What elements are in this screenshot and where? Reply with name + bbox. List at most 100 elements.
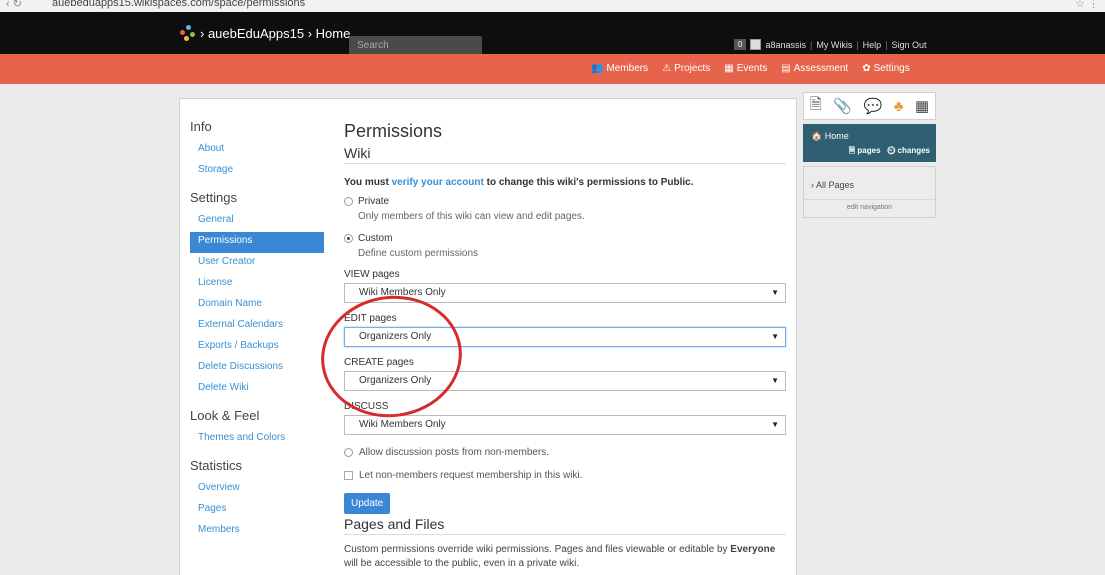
let-request-label: Let non-members request membership in th… bbox=[359, 470, 583, 481]
avatar[interactable] bbox=[750, 39, 762, 50]
page-icon[interactable]: 🗎 bbox=[810, 94, 822, 119]
sidebar-heading: Settings bbox=[190, 190, 237, 205]
settings-panel: Info About Storage Settings General Perm… bbox=[179, 98, 797, 575]
sidebar-item-license[interactable]: License bbox=[190, 274, 324, 295]
private-label: Private bbox=[358, 196, 390, 207]
sidebar-item-themes-and-colors[interactable]: Themes and Colors bbox=[190, 429, 324, 450]
divider: | bbox=[809, 39, 813, 50]
sidebar-item-external-calendars[interactable]: External Calendars bbox=[190, 316, 324, 337]
changes-link-label: changes bbox=[897, 146, 930, 155]
brand[interactable]: › auebEduApps15 › Home bbox=[180, 25, 350, 41]
discuss-select[interactable]: Wiki Members Only ▼ bbox=[344, 415, 786, 435]
sidebar-heading: Look & Feel bbox=[190, 408, 260, 423]
navigation-widget: › All Pages edit navigation bbox=[803, 166, 936, 218]
home-link[interactable]: 🏠 Home bbox=[811, 131, 849, 142]
sidebar-item-domain-name[interactable]: Domain Name bbox=[190, 295, 324, 316]
chevron-down-icon: ▼ bbox=[771, 420, 779, 429]
my-wikis-link[interactable]: My Wikis bbox=[816, 40, 852, 50]
nav-members[interactable]: 👥 Members bbox=[591, 63, 648, 74]
sidebar-item-about[interactable]: About bbox=[190, 140, 324, 161]
nav-settings[interactable]: ✿ Settings bbox=[862, 63, 910, 74]
events-icon: ▦ bbox=[724, 63, 734, 74]
divider bbox=[804, 199, 935, 200]
breadcrumb[interactable]: › auebEduApps15 › Home bbox=[200, 26, 350, 41]
tree-icon[interactable]: ♣ bbox=[894, 98, 904, 115]
discuss-value: Wiki Members Only bbox=[359, 419, 446, 430]
pages-link-label: pages bbox=[857, 146, 881, 155]
sidebar-heading: Info bbox=[190, 119, 212, 134]
sidebar-item-delete-discussions[interactable]: Delete Discussions bbox=[190, 358, 324, 379]
verify-account-link[interactable]: verify your account bbox=[392, 177, 484, 188]
chevron-down-icon: ▼ bbox=[771, 376, 779, 385]
nav-label: Assessment bbox=[793, 63, 849, 74]
let-request-option[interactable]: Let non-members request membership in th… bbox=[344, 470, 786, 481]
custom-description: Define custom permissions bbox=[358, 248, 479, 259]
browser-url-bar: ‹ ↻ auebeduapps15.wikispaces.com/space/p… bbox=[0, 0, 1105, 12]
wiki-logo-icon bbox=[180, 25, 196, 41]
verify-suffix: to change this wiki's permissions to Pub… bbox=[483, 177, 694, 188]
comment-icon[interactable]: 💬 bbox=[864, 97, 883, 115]
settings-sidebar: Info About Storage Settings General Perm… bbox=[190, 119, 324, 550]
nav-label: Events bbox=[736, 63, 768, 74]
calendar-icon[interactable]: ▦ bbox=[915, 97, 929, 115]
allow-discussion-option[interactable]: Allow discussion posts from non-members. bbox=[344, 447, 786, 458]
sidebar-item-delete-wiki[interactable]: Delete Wiki bbox=[190, 379, 324, 400]
divider: | bbox=[856, 39, 859, 50]
sidebar-item-exports-backups[interactable]: Exports / Backups bbox=[190, 337, 324, 358]
projects-icon: ⚠ bbox=[662, 63, 672, 74]
nav-events[interactable]: ▦ Events bbox=[724, 63, 767, 74]
all-pages-label: All Pages bbox=[816, 180, 855, 190]
top-bar: › auebEduApps15 › Home Search 0 a8anassi… bbox=[0, 12, 1105, 58]
sidebar-item-storage[interactable]: Storage bbox=[190, 161, 324, 182]
sidebar-item-overview[interactable]: Overview bbox=[190, 479, 324, 500]
view-pages-label: VIEW pages bbox=[344, 269, 400, 280]
sidebar-item-members[interactable]: Members bbox=[190, 521, 324, 542]
note-bold: Everyone bbox=[730, 544, 776, 555]
allow-discussion-label: Allow discussion posts from non-members. bbox=[359, 447, 550, 458]
notification-count-badge[interactable]: 0 bbox=[734, 39, 747, 50]
assessment-icon: ▤ bbox=[781, 63, 791, 74]
help-link[interactable]: Help bbox=[863, 40, 882, 50]
home-title: Home bbox=[824, 131, 849, 141]
nav-label: Members bbox=[606, 63, 649, 74]
settings-icon: ✿ bbox=[862, 63, 871, 74]
attach-icon[interactable]: 📎 bbox=[833, 97, 852, 115]
private-radio[interactable] bbox=[344, 197, 353, 206]
changes-link[interactable]: ⏲ changes bbox=[887, 146, 930, 155]
sidebar-item-permissions[interactable]: Permissions bbox=[190, 232, 324, 253]
nav-projects[interactable]: ⚠ Projects bbox=[662, 63, 710, 74]
sidebar-item-general[interactable]: General bbox=[190, 211, 324, 232]
members-icon: 👥 bbox=[591, 63, 604, 74]
allow-discussion-radio[interactable] bbox=[344, 448, 353, 457]
page-tools-toolbar: 🗎 📎 💬 ♣ ▦ bbox=[803, 92, 936, 120]
edit-navigation-link[interactable]: edit navigation bbox=[804, 204, 935, 211]
sidebar-item-pages[interactable]: Pages bbox=[190, 500, 324, 521]
section-heading-pages-files: Pages and Files bbox=[344, 516, 786, 535]
verify-notice: You must verify your account to change t… bbox=[344, 177, 786, 188]
note-suffix: will be accessible to the public, even i… bbox=[344, 558, 580, 569]
pages-link[interactable]: 🗎 pages bbox=[849, 146, 881, 155]
browser-nav-controls[interactable]: ‹ ↻ bbox=[6, 0, 22, 10]
update-button[interactable]: Update bbox=[344, 493, 391, 514]
chevron-down-icon: ▼ bbox=[771, 332, 779, 341]
user-nav: 0 a8anassis | My Wikis | Help | Sign Out bbox=[734, 39, 927, 50]
private-description: Only members of this wiki can view and e… bbox=[358, 211, 585, 222]
private-option[interactable]: Private bbox=[344, 196, 786, 207]
chevron-down-icon: ▼ bbox=[771, 288, 779, 297]
let-request-checkbox[interactable] bbox=[344, 471, 353, 480]
sidebar-item-user-creator[interactable]: User Creator bbox=[190, 253, 324, 274]
main-nav-bar: 👥 Members ⚠ Projects ▦ Events ▤ Assessment ✿… bbox=[0, 54, 1105, 84]
sign-out-link[interactable]: Sign Out bbox=[892, 40, 927, 50]
custom-radio[interactable] bbox=[344, 234, 353, 243]
nav-label: Settings bbox=[873, 63, 910, 74]
verify-prefix: You must bbox=[344, 177, 392, 188]
username-link[interactable]: a8anassis bbox=[765, 40, 806, 50]
browser-toolbar-icons[interactable]: ☆ ⋮ bbox=[1075, 0, 1099, 10]
note-prefix: Custom permissions override wiki permiss… bbox=[344, 544, 731, 555]
all-pages-link[interactable]: › All Pages bbox=[811, 180, 854, 190]
page-title: Permissions bbox=[344, 121, 443, 141]
browser-url[interactable]: auebeduapps15.wikispaces.com/space/permi… bbox=[52, 0, 305, 9]
nav-assessment[interactable]: ▤ Assessment bbox=[781, 63, 848, 74]
home-widget: 🏠 Home 🗎 pages ⏲ changes bbox=[803, 124, 936, 162]
custom-option[interactable]: Custom bbox=[344, 233, 786, 244]
